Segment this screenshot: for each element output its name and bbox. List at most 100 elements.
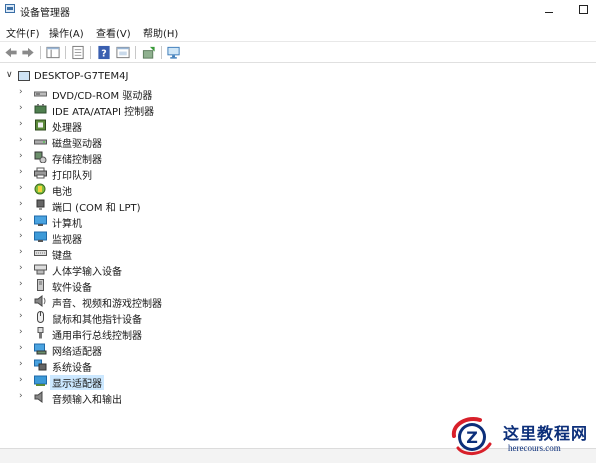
- chevron-right-icon[interactable]: ›: [19, 135, 23, 145]
- system-device-icon: [34, 359, 47, 371]
- tree-item-label: 存储控制器: [52, 155, 102, 166]
- tree-item-label: 监视器: [52, 235, 82, 246]
- toolbar-separator: [135, 46, 136, 59]
- display-adapter-icon: [34, 375, 47, 386]
- menu-view[interactable]: 查看(V): [94, 25, 133, 40]
- tree-item-computer[interactable]: › 计算机: [0, 213, 596, 230]
- tree-item-label: 声音、视频和游戏控制器: [52, 299, 162, 310]
- tree-item-label: 音频输入和输出: [52, 395, 122, 406]
- properties-icon[interactable]: [70, 45, 86, 60]
- chevron-right-icon[interactable]: ›: [19, 103, 23, 113]
- chevron-right-icon[interactable]: ›: [19, 119, 23, 129]
- tree-item-label: 显示适配器: [50, 375, 104, 390]
- tree-item-label: 端口 (COM 和 LPT): [52, 203, 141, 214]
- scan-hardware-icon[interactable]: [166, 45, 182, 60]
- tree-item-dvd[interactable]: › DVD/CD-ROM 驱动器: [0, 85, 596, 102]
- tree-item-monitor[interactable]: › 监视器: [0, 229, 596, 246]
- chevron-right-icon[interactable]: ›: [19, 167, 23, 177]
- audio-io-icon: [34, 391, 43, 403]
- tree-item-label: 键盘: [52, 251, 72, 262]
- action-pane-icon[interactable]: [115, 45, 131, 60]
- hid-icon: [34, 264, 47, 275]
- chevron-right-icon[interactable]: ›: [19, 343, 23, 353]
- chevron-right-icon[interactable]: ›: [19, 263, 23, 273]
- monitor-icon: [34, 231, 47, 242]
- tree-item-hid[interactable]: › 人体学输入设备: [0, 261, 596, 278]
- tree-item-audio-io[interactable]: › 音频输入和输出: [0, 389, 596, 406]
- mouse-icon: [37, 311, 44, 323]
- tree-item-system[interactable]: › 系统设备: [0, 357, 596, 374]
- tree-item-mouse[interactable]: › 鼠标和其他指针设备: [0, 309, 596, 326]
- tree-item-processor[interactable]: › 处理器: [0, 117, 596, 134]
- maximize-button[interactable]: [568, 0, 596, 20]
- tree-item-port[interactable]: › 端口 (COM 和 LPT): [0, 197, 596, 214]
- tree-item-printer[interactable]: › 打印队列: [0, 165, 596, 182]
- update-driver-icon[interactable]: [141, 45, 157, 60]
- tree-item-network[interactable]: › 网络适配器: [0, 341, 596, 358]
- tree-item-label: 处理器: [52, 123, 82, 134]
- computer-root-icon: [18, 71, 30, 81]
- forward-arrow-icon[interactable]: [20, 45, 36, 60]
- toolbar-separator: [65, 46, 66, 59]
- disk-drive-icon: [34, 139, 47, 145]
- chevron-right-icon[interactable]: ›: [19, 151, 23, 161]
- chevron-right-icon[interactable]: ›: [19, 183, 23, 193]
- tree-item-label: 磁盘驱动器: [52, 139, 102, 150]
- chevron-right-icon[interactable]: ›: [19, 215, 23, 225]
- tree-item-label: 计算机: [52, 219, 82, 230]
- tree-item-battery[interactable]: › 电池: [0, 181, 596, 198]
- chevron-right-icon[interactable]: ›: [19, 231, 23, 241]
- expanded-chevron-icon[interactable]: ∨: [6, 70, 13, 80]
- title-bar: 设备管理器: [0, 0, 596, 20]
- svg-text:Z: Z: [466, 428, 478, 447]
- chevron-right-icon[interactable]: ›: [19, 87, 23, 97]
- chevron-right-icon[interactable]: ›: [19, 311, 23, 321]
- chevron-right-icon[interactable]: ›: [19, 327, 23, 337]
- maximize-icon: [578, 5, 588, 14]
- menu-file[interactable]: 文件(F): [4, 25, 42, 40]
- device-tree: ∨ DESKTOP-G7TEM4J › DVD/CD-ROM 驱动器 › IDE…: [0, 64, 596, 444]
- menu-bar: 文件(F) 操作(A) 查看(V) 帮助(H): [0, 22, 596, 40]
- chevron-right-icon[interactable]: ›: [19, 391, 23, 401]
- tree-root[interactable]: ∨ DESKTOP-G7TEM4J: [0, 69, 596, 85]
- printer-icon: [34, 167, 47, 179]
- tree-item-software[interactable]: › 软件设备: [0, 277, 596, 294]
- storage-controller-icon: [34, 151, 47, 163]
- tree-item-disk[interactable]: › 磁盘驱动器: [0, 133, 596, 150]
- tree-item-label: 通用串行总线控制器: [52, 331, 142, 342]
- tree-item-storage[interactable]: › 存储控制器: [0, 149, 596, 166]
- chevron-right-icon[interactable]: ›: [19, 199, 23, 209]
- keyboard-icon: [34, 250, 47, 256]
- watermark-logo: Z 这里教程网 herecours.com: [448, 412, 596, 460]
- battery-icon: [34, 183, 46, 195]
- tree-item-keyboard[interactable]: › 键盘: [0, 245, 596, 262]
- processor-icon: [35, 119, 46, 131]
- network-adapter-icon: [34, 343, 47, 355]
- tree-item-label: 人体学输入设备: [52, 267, 122, 278]
- chevron-right-icon[interactable]: ›: [19, 279, 23, 289]
- tree-item-label: DVD/CD-ROM 驱动器: [52, 91, 153, 102]
- back-arrow-icon[interactable]: [3, 45, 19, 60]
- chevron-right-icon[interactable]: ›: [19, 247, 23, 257]
- tree-item-sound[interactable]: › 声音、视频和游戏控制器: [0, 293, 596, 310]
- window-title: 设备管理器: [20, 8, 70, 19]
- computer-icon: [34, 215, 47, 226]
- usb-icon: [37, 327, 44, 339]
- tree-item-display[interactable]: › 显示适配器: [0, 373, 596, 390]
- show-hide-tree-icon[interactable]: [45, 45, 61, 60]
- menu-help[interactable]: 帮助(H): [141, 25, 180, 40]
- tree-item-label: 鼠标和其他指针设备: [52, 315, 142, 326]
- toolbar-separator: [90, 46, 91, 59]
- ide-controller-icon: [34, 104, 47, 114]
- help-icon[interactable]: ?: [96, 45, 112, 60]
- chevron-right-icon[interactable]: ›: [19, 359, 23, 369]
- tree-item-ide[interactable]: › IDE ATA/ATAPI 控制器: [0, 101, 596, 118]
- svg-text:?: ?: [101, 48, 106, 59]
- minimize-button[interactable]: [534, 0, 564, 20]
- chevron-right-icon[interactable]: ›: [19, 375, 23, 385]
- tree-item-usb[interactable]: › 通用串行总线控制器: [0, 325, 596, 342]
- tree-item-label: 网络适配器: [52, 347, 102, 358]
- chevron-right-icon[interactable]: ›: [19, 295, 23, 305]
- menu-action[interactable]: 操作(A): [47, 25, 86, 40]
- watermark-subtitle: herecours.com: [508, 443, 561, 453]
